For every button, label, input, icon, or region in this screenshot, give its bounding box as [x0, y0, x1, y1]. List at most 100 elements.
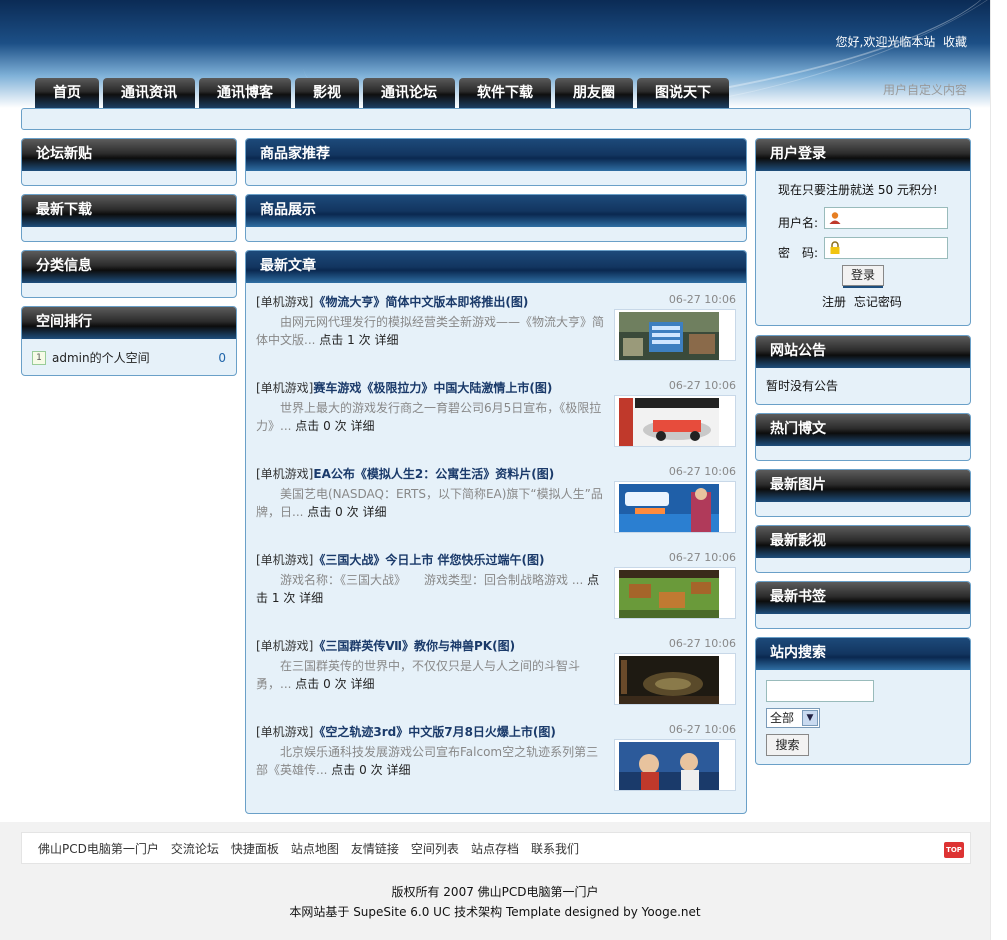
clicks-unit: 次 [283, 591, 296, 605]
nav-forum[interactable]: 通讯论坛 [363, 78, 455, 108]
bookmark-link[interactable]: 收藏 [943, 35, 967, 49]
article-summary: 北京娱乐通科技发展游戏公司宣布Falcom空之轨迹系列第三部《英雄传... 点击… [256, 743, 610, 779]
article-title[interactable]: [单机游戏]《三国群英传Ⅶ》教你与神兽PK(图) [256, 637, 515, 654]
article-item: [单机游戏]EA公布《模拟人生2：公寓生活》资料片(图) 06-27 10:06… [256, 465, 736, 551]
detail-link[interactable]: 详细 [299, 591, 323, 605]
article-title-text: 赛车游戏《极限拉力》中国大陆激情上市(图) [313, 381, 553, 395]
forum-new-box: 论坛新贴 [21, 138, 237, 186]
login-button[interactable]: 登录 [842, 265, 884, 288]
clicks-label: 点击 [331, 763, 356, 777]
box-title: 分类信息 [22, 251, 236, 283]
article-title-text: 《三国大战》今日上市 伴您快乐过端午(图) [313, 553, 545, 567]
list-item[interactable]: 1 admin的个人空间 0 [22, 339, 236, 366]
main-nav: 首页 通讯资讯 通讯博客 影视 通讯论坛 软件下载 朋友圈 图说天下 [35, 78, 729, 108]
nav-news[interactable]: 通讯资讯 [103, 78, 195, 108]
thumbnail-image [619, 656, 719, 704]
password-label: 密 码: [778, 246, 819, 260]
article-thumbnail[interactable] [614, 309, 736, 361]
register-link[interactable]: 注册 [822, 295, 846, 309]
detail-link[interactable]: 详细 [386, 763, 410, 777]
article-title-text: EA公布《模拟人生2：公寓生活》资料片(图) [313, 467, 555, 481]
rank-space-link[interactable]: admin的个人空间 [52, 349, 218, 366]
article-title[interactable]: [单机游戏]EA公布《模拟人生2：公寓生活》资料片(图) [256, 465, 554, 482]
footer-link-home[interactable]: 佛山PCD电脑第一门户 [38, 840, 159, 857]
password-field[interactable] [824, 237, 948, 259]
footer-link-spaces[interactable]: 空间列表 [411, 840, 459, 857]
search-scope-select[interactable]: 全部 ▼ [766, 708, 820, 728]
back-to-top-icon[interactable]: TOP [944, 842, 964, 858]
login-note: 现在只要注册就送 50 元积分! [778, 183, 938, 197]
rank-count: 0 [218, 350, 226, 365]
article-thumbnail[interactable] [614, 395, 736, 447]
detail-link[interactable]: 详细 [350, 419, 374, 433]
article-thumbnail[interactable] [614, 653, 736, 705]
article-item: [单机游戏]赛车游戏《极限拉力》中国大陆激情上市(图) 06-27 10:06 … [256, 379, 736, 465]
article-category: [单机游戏] [256, 381, 314, 395]
footer-link-contact[interactable]: 联系我们 [531, 840, 579, 857]
article-title[interactable]: [单机游戏]赛车游戏《极限拉力》中国大陆激情上市(图) [256, 379, 552, 396]
footer-link-archive[interactable]: 站点存档 [471, 840, 519, 857]
login-links: 注册 忘记密码 [822, 293, 906, 310]
summary-text: 由网元网代理发行的模拟经营类全新游戏——《物流大亨》简体中文版... [256, 315, 605, 347]
nav-blog[interactable]: 通讯博客 [199, 78, 291, 108]
hot-blog-box: 热门博文 [755, 413, 971, 461]
article-title[interactable]: [单机游戏]《空之轨迹3rd》中文版7月8日火爆上市(图) [256, 723, 556, 740]
forgot-password-link[interactable]: 忘记密码 [854, 295, 902, 309]
new-download-box: 最新下载 [21, 194, 237, 242]
article-thumbnail[interactable] [614, 739, 736, 791]
nav-download[interactable]: 软件下载 [459, 78, 551, 108]
notice-box: 网站公告 暂时没有公告 [755, 335, 971, 405]
article-thumbnail[interactable] [614, 481, 736, 533]
box-title: 网站公告 [756, 336, 970, 368]
nav-friends[interactable]: 朋友圈 [555, 78, 633, 108]
space-rank-box: 空间排行 1 admin的个人空间 0 [21, 306, 237, 376]
clicks-label: 点击 [295, 419, 320, 433]
article-title-text: 《空之轨迹3rd》中文版7月8日火爆上市(图) [313, 725, 556, 739]
lock-icon [830, 241, 840, 254]
nav-video[interactable]: 影视 [295, 78, 359, 108]
footer-link-panel[interactable]: 快捷面板 [231, 840, 279, 857]
clicks-label: 点击 [295, 677, 320, 691]
thumbnail-image [619, 742, 719, 790]
page-scrollbar[interactable] [990, 0, 1007, 940]
article-date: 06-27 10:06 [668, 293, 736, 306]
footer-link-sitemap[interactable]: 站点地图 [291, 840, 339, 857]
article-title[interactable]: [单机游戏]《物流大亨》简体中文版本即将推出(图) [256, 293, 528, 310]
article-title-text: 《三国群英传Ⅶ》教你与神兽PK(图) [313, 639, 516, 653]
article-item: [单机游戏]《三国大战》今日上市 伴您快乐过端午(图) 06-27 10:06 … [256, 551, 736, 637]
notice-text: 暂时没有公告 [766, 379, 839, 393]
search-scope-value: 全部 [770, 711, 795, 725]
username-field[interactable] [824, 207, 948, 229]
latest-articles-box: 最新文章 [单机游戏]《物流大亨》简体中文版本即将推出(图) 06-27 10:… [245, 250, 747, 814]
summary-text: 游戏名称：《三国大战》 游戏类型：回合制战略游戏 ... [280, 573, 584, 587]
box-title: 最新文章 [246, 251, 746, 283]
box-title: 论坛新贴 [22, 139, 236, 171]
thumbnail-image [619, 484, 719, 532]
copyright: 版权所有 2007 佛山PCD电脑第一门户 [391, 885, 599, 899]
box-title: 热门博文 [756, 414, 970, 446]
footer-link-forum[interactable]: 交流论坛 [171, 840, 219, 857]
detail-link[interactable]: 详细 [362, 505, 386, 519]
footer-links: 佛山PCD电脑第一门户 交流论坛 快捷面板 站点地图 友情链接 空间列表 站点存… [21, 832, 971, 864]
article-thumbnail[interactable] [614, 567, 736, 619]
search-input[interactable] [766, 680, 874, 702]
box-title: 最新书签 [756, 582, 970, 614]
new-video-box: 最新影视 [755, 525, 971, 573]
clicks-count: 0 [335, 505, 343, 519]
footer-link-friends[interactable]: 友情链接 [351, 840, 399, 857]
box-title: 商品家推荐 [246, 139, 746, 171]
article-title[interactable]: [单机游戏]《三国大战》今日上市 伴您快乐过端午(图) [256, 551, 545, 568]
clicks-count: 0 [323, 677, 331, 691]
nav-pictures[interactable]: 图说天下 [637, 78, 729, 108]
box-title: 商品展示 [246, 195, 746, 227]
detail-link[interactable]: 详细 [350, 677, 374, 691]
search-button[interactable]: 搜索 [766, 734, 809, 756]
article-date: 06-27 10:06 [668, 637, 736, 650]
nav-home[interactable]: 首页 [35, 78, 99, 108]
username-label: 用户名: [778, 216, 819, 230]
article-title-text: 《物流大亨》简体中文版本即将推出(图) [313, 295, 529, 309]
clicks-count: 0 [323, 419, 331, 433]
clicks-unit: 次 [370, 763, 383, 777]
detail-link[interactable]: 详细 [374, 333, 398, 347]
login-box: 用户登录 现在只要注册就送 50 元积分! 用户名: 密 码: 登录 注册 忘记… [755, 138, 971, 326]
